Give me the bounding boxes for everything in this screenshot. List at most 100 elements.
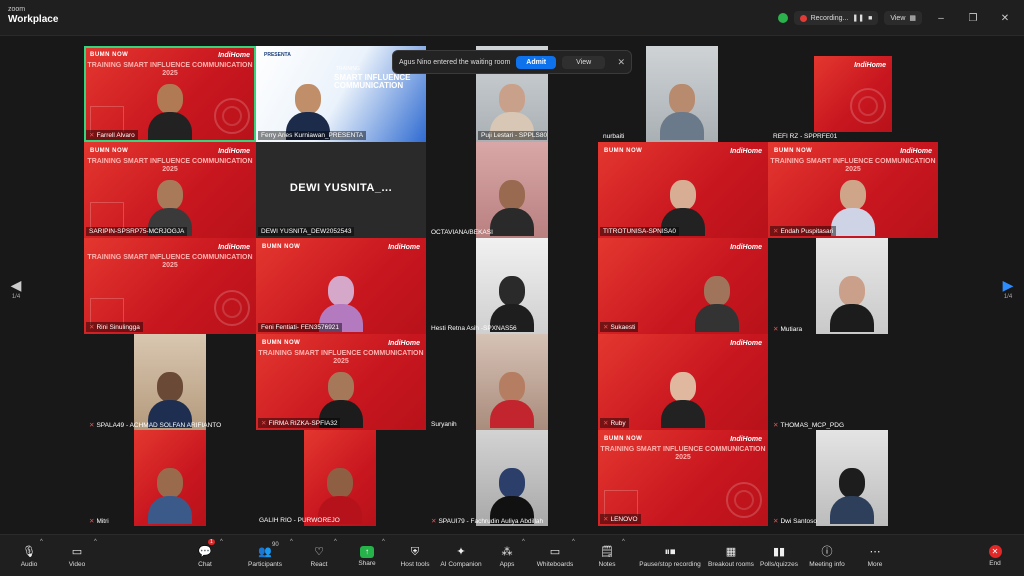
participant-tile[interactable]: IndiHome ✕ Sukaesti (598, 238, 768, 334)
chat-unread-badge: 1 (208, 539, 215, 545)
whiteboard-icon: ▭ (549, 545, 561, 558)
apps-options-caret[interactable]: ^ (522, 539, 525, 545)
building-graphic (604, 490, 638, 516)
chevron-left-icon: ◀ (10, 276, 22, 293)
recording-indicator[interactable]: Recording... ❚❚ ■ (793, 11, 879, 25)
participant-tile[interactable]: BUMN NOW IndiHome TRAINING SMART INFLUEN… (84, 142, 256, 238)
building-graphic (90, 106, 124, 132)
next-page-button[interactable]: ▶ 1/4 (996, 264, 1020, 312)
participant-video (830, 468, 874, 526)
apps-label: Apps (499, 560, 515, 568)
app-logo: zoom Workplace (8, 6, 58, 25)
chat-options-caret[interactable]: ^ (220, 539, 223, 545)
mic-muted-icon: ✕ (773, 228, 779, 235)
participant-tile[interactable] (134, 334, 206, 430)
mic-muted-icon: ✕ (773, 422, 779, 429)
participant-tile[interactable]: BUMN NOW IndiHome TRAINING SMART INFLUEN… (84, 46, 256, 142)
participant-tile[interactable]: IndiHome (814, 56, 892, 132)
stop-icon[interactable]: ■ (868, 15, 872, 22)
admit-button[interactable]: Admit (516, 55, 557, 69)
tile-brand: BUMN NOW (90, 52, 129, 58)
mic-muted-icon: ✕ (261, 420, 267, 427)
pause-icon[interactable]: ❚❚ (852, 14, 864, 22)
mic-muted-icon: ✕ (773, 518, 779, 525)
participant-tile[interactable] (476, 238, 548, 334)
participant-video (490, 180, 534, 238)
participant-tile[interactable]: DEWI YUSNITA_... DEWI YUSNITA_DEW2052543 (256, 142, 426, 238)
participant-name: ✕ LENOVO (600, 514, 641, 524)
view-button[interactable]: View ▦ (884, 11, 922, 25)
close-window-icon[interactable]: ✕ (992, 13, 1018, 24)
brand-small: zoom (8, 6, 26, 13)
tile-indihome: IndiHome (730, 436, 762, 443)
security-shield-icon[interactable] (777, 13, 788, 23)
tile-training-text: TRAINING SMART INFLUENCE COMMUNICATION 2… (87, 254, 253, 269)
participant-tile[interactable]: IndiHome TRAINING SMART INFLUENCE COMMUN… (84, 238, 256, 334)
people-icon: 👥 (258, 545, 272, 558)
react-label: React (310, 560, 328, 568)
chat-icon: 💬 (198, 545, 212, 558)
pause-recording-button[interactable]: ⏸⏹ Pause/stop recording (634, 539, 706, 573)
restore-icon[interactable]: ❐ (960, 13, 986, 24)
pause-recording-label: Pause/stop recording (639, 560, 701, 568)
participant-tile[interactable]: BUMN NOW IndiHome TRAINING SMART INFLUEN… (256, 334, 426, 430)
participant-tile[interactable]: BUMN NOW IndiHome TITROTUNISA-SPNISA0 (598, 142, 768, 238)
participant-video (661, 372, 705, 430)
title-bar: zoom Workplace Recording... ❚❚ ■ View ▦ … (0, 0, 1024, 36)
waiting-room-notification: Agus Nino entered the waiting room Admit… (392, 50, 632, 74)
tile-indihome: IndiHome (218, 244, 250, 251)
mic-muted-icon: ✕ (603, 324, 609, 331)
participant-tile[interactable] (646, 46, 718, 142)
audio-label: Audio (20, 560, 38, 568)
tile-indihome: IndiHome (730, 148, 762, 155)
slide-training-label: TRAINING (336, 66, 360, 72)
whiteboards-label: Whiteboards (536, 560, 574, 568)
video-options-caret[interactable]: ^ (94, 539, 97, 545)
participants-label: Participants (248, 560, 282, 568)
participant-tile[interactable]: BUMN NOW IndiHome TRAINING SMART INFLUEN… (598, 430, 768, 526)
participant-tile[interactable] (304, 430, 376, 526)
notes-button[interactable]: 🗒 Notes (578, 539, 636, 573)
tile-indihome: IndiHome (388, 340, 420, 347)
video-button[interactable]: ▭ Video (48, 539, 106, 573)
whiteboards-button[interactable]: ▭ Whiteboards (526, 539, 584, 573)
minimize-icon[interactable]: – (928, 13, 954, 24)
participant-tile[interactable] (134, 430, 206, 526)
participant-video (831, 180, 875, 238)
share-options-caret[interactable]: ^ (382, 539, 385, 545)
participants-button[interactable]: 👥 90 Participants (236, 539, 294, 573)
view-waiting-button[interactable]: View (562, 55, 606, 69)
pause-stop-icon: ⏸⏹ (664, 545, 676, 558)
participant-name: TITROTUNISA-SPNISA0 (600, 227, 679, 236)
participant-video (660, 84, 704, 142)
participant-name: Ferry Aries Kurniawan_PRESENTA (258, 131, 367, 140)
participant-name: ✕ Farrell Alvaro (86, 130, 138, 140)
participant-tile[interactable] (476, 430, 548, 526)
participant-tile[interactable]: BUMN NOW IndiHome TRAINING SMART INFLUEN… (768, 142, 938, 238)
notes-options-caret[interactable]: ^ (622, 539, 625, 545)
tile-training-text: TRAINING SMART INFLUENCE COMMUNICATION 2… (770, 158, 936, 173)
chat-button[interactable]: 💬 1 Chat (176, 539, 234, 573)
more-button[interactable]: ⋯ More (846, 539, 904, 573)
tile-training-text: TRAINING SMART INFLUENCE COMMUNICATION 2… (258, 350, 424, 365)
participant-video (148, 468, 192, 526)
participant-tile[interactable] (476, 142, 548, 238)
whiteboards-options-caret[interactable]: ^ (572, 539, 575, 545)
participant-tile[interactable] (816, 238, 888, 334)
participant-tile[interactable]: BUMN NOW IndiHome Feni Fentiati- FEN3576… (256, 238, 426, 334)
tile-training-text: TRAINING SMART INFLUENCE COMMUNICATION 2… (87, 62, 253, 77)
slide-presenter: PRESENTA (264, 52, 291, 58)
react-options-caret[interactable]: ^ (334, 539, 337, 545)
bar-chart-icon: ▮▮ (772, 545, 786, 558)
mic-muted-icon: ✕ (603, 516, 609, 523)
mic-muted-icon: ✕ (89, 422, 95, 429)
participant-tile[interactable]: IndiHome ✕ Ruby (598, 334, 768, 430)
end-button[interactable]: ✕ End (966, 539, 1024, 573)
participant-tile[interactable] (476, 334, 548, 430)
audio-options-caret[interactable]: ^ (40, 539, 43, 545)
prev-page-button[interactable]: ◀ 1/4 (4, 264, 28, 312)
tile-indihome: IndiHome (730, 340, 762, 347)
participant-tile[interactable] (816, 430, 888, 526)
close-icon[interactable]: ✕ (617, 57, 625, 68)
participant-name: ✕ FIRMA RIZKA-SPFIA32 (258, 418, 341, 428)
